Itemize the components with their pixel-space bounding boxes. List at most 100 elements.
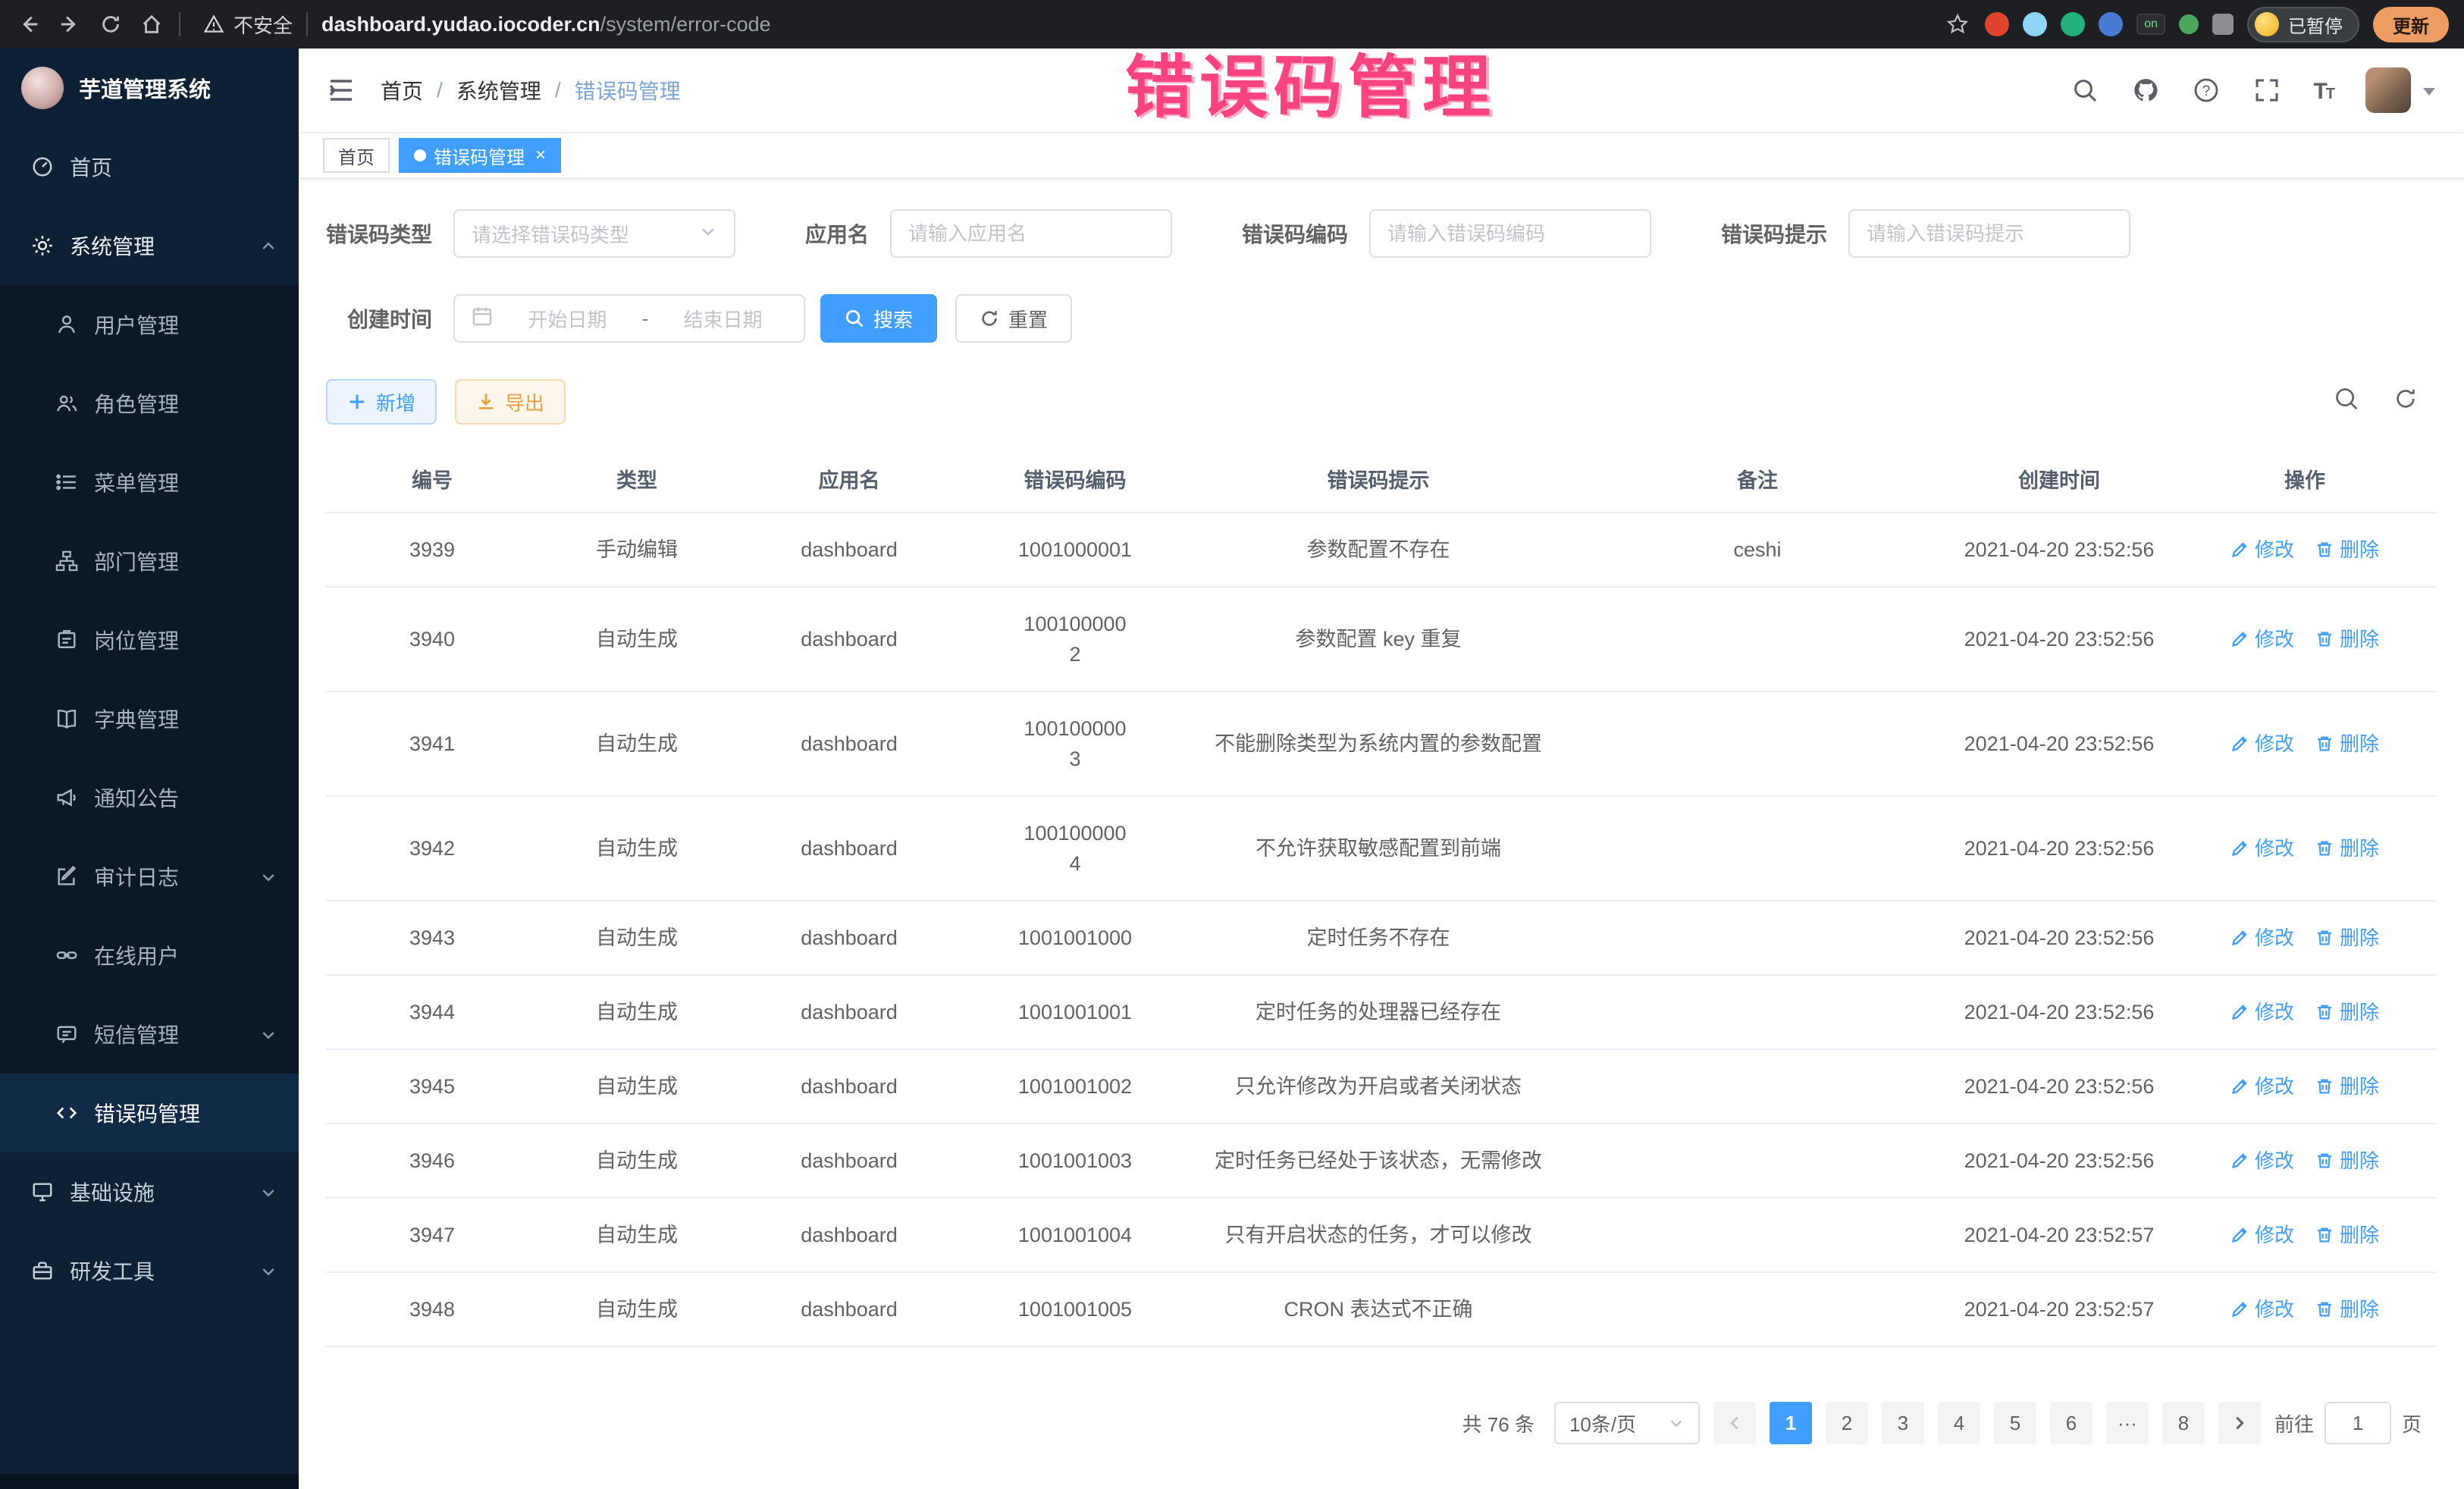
refresh-icon[interactable] [2393,386,2419,418]
sidebar-item-menus[interactable]: 菜单管理 [0,443,299,522]
user-menu[interactable] [2365,67,2437,113]
cell-actions: 修改 删除 [2173,513,2437,586]
edit-button[interactable]: 修改 [2230,1220,2294,1250]
github-icon[interactable] [2131,76,2160,105]
tab-error-codes[interactable]: 错误码管理 × [399,138,561,173]
export-button[interactable]: 导出 [455,379,566,425]
sidebar-item-system[interactable]: 系统管理 [0,206,299,285]
sidebar-item-sms[interactable]: 短信管理 [0,995,299,1074]
profile-paused-badge[interactable]: 已暂停 [2247,7,2359,42]
error-hint-input[interactable] [1867,222,2112,246]
breadcrumb-home[interactable]: 首页 [381,75,423,105]
page-button[interactable]: 8 [2162,1402,2205,1444]
reload-icon[interactable] [97,11,124,38]
sidebar-item-online-users[interactable]: 在线用户 [0,916,299,995]
page-button[interactable]: 5 [1994,1402,2036,1444]
delete-button[interactable]: 删除 [2315,534,2379,565]
address-bar[interactable]: dashboard.yudao.iocoder.cn/system/error-… [321,13,771,36]
sidebar-item-home[interactable]: 首页 [0,127,299,206]
forward-icon[interactable] [56,11,83,38]
sidebar-item-error-codes[interactable]: 错误码管理 [0,1074,299,1152]
cell-app: dashboard [735,1273,963,1346]
reset-button[interactable]: 重置 [955,294,1072,343]
error-code-input[interactable] [1387,222,1633,246]
extension-icon[interactable] [2179,14,2199,34]
add-button[interactable]: 新增 [326,379,437,425]
delete-button[interactable]: 删除 [2315,1146,2379,1176]
page-button[interactable]: 2 [1826,1402,1868,1444]
sidebar-item-notices[interactable]: 通知公告 [0,758,299,837]
edit-button[interactable]: 修改 [2230,534,2294,565]
goto-page-input[interactable] [2324,1402,2391,1444]
breadcrumb-system[interactable]: 系统管理 [456,75,541,105]
sidebar-item-infrastructure[interactable]: 基础设施 [0,1152,299,1231]
table-toolbar: 新增 导出 [326,379,2437,425]
table-row: 3939 手动编辑 dashboard 1001000001 参数配置不存在 c… [326,513,2437,588]
extension-icon[interactable] [2099,12,2123,36]
cell-type: 自动生成 [538,901,735,974]
edit-button[interactable]: 修改 [2230,997,2294,1027]
sidebar-item-audit-logs[interactable]: 审计日志 [0,837,299,916]
delete-button[interactable]: 删除 [2315,624,2379,654]
infrastructure-icon [30,1180,55,1204]
pencil-icon [2230,735,2249,753]
extensions-puzzle-icon[interactable] [2212,14,2234,35]
delete-button[interactable]: 删除 [2315,1071,2379,1102]
back-icon[interactable] [15,11,42,38]
extension-icon[interactable] [2061,12,2085,36]
prev-page-button[interactable] [1713,1402,1756,1444]
cell-app: dashboard [735,976,963,1049]
sidebar-item-departments[interactable]: 部门管理 [0,522,299,600]
app-name-field-wrap [890,209,1172,258]
edit-button[interactable]: 修改 [2230,729,2294,759]
page-size-select[interactable]: 10条/页 [1554,1402,1700,1444]
app-title: 芋道管理系统 [79,72,211,104]
page-button[interactable]: 3 [1882,1402,1924,1444]
sidebar-item-dev-tools[interactable]: 研发工具 [0,1231,299,1310]
page-button[interactable]: ··· [2106,1402,2149,1444]
cell-time: 2021-04-20 23:52:56 [1945,1124,2173,1197]
close-icon[interactable]: × [535,146,546,165]
error-type-select[interactable]: 请选择错误码类型 [453,209,735,258]
search-toggle-icon[interactable] [2334,386,2359,418]
bookmark-star-icon[interactable] [1944,11,1971,38]
edit-button[interactable]: 修改 [2230,1294,2294,1324]
home-icon[interactable] [138,11,165,38]
security-warning[interactable]: 不安全 [203,11,293,39]
search-icon[interactable] [2071,76,2099,105]
tab-home[interactable]: 首页 [323,138,390,173]
table-row: 3940 自动生成 dashboard 1001000002 参数配置 key … [326,588,2437,692]
edit-button[interactable]: 修改 [2230,624,2294,654]
delete-button[interactable]: 删除 [2315,997,2379,1027]
search-button[interactable]: 搜索 [820,294,937,343]
date-range-picker[interactable]: 开始日期 - 结束日期 [453,294,805,343]
edit-button[interactable]: 修改 [2230,923,2294,953]
delete-button[interactable]: 删除 [2315,1220,2379,1250]
next-page-button[interactable] [2218,1402,2261,1444]
delete-button[interactable]: 删除 [2315,1294,2379,1324]
edit-button[interactable]: 修改 [2230,1146,2294,1176]
cell-remark [1569,991,1945,1033]
fullscreen-icon[interactable] [2252,76,2281,105]
help-icon[interactable]: ? [2192,76,2221,105]
sidebar-item-roles[interactable]: 角色管理 [0,364,299,443]
delete-button[interactable]: 删除 [2315,729,2379,759]
font-size-icon[interactable]: TT [2313,77,2334,105]
page-button[interactable]: 4 [1938,1402,1980,1444]
delete-button[interactable]: 删除 [2315,833,2379,864]
hamburger-icon[interactable] [326,75,356,105]
page-button[interactable]: 6 [2050,1402,2093,1444]
extension-icon[interactable] [1985,12,2009,36]
app-name-input[interactable] [908,222,1154,246]
edit-button[interactable]: 修改 [2230,1071,2294,1102]
extension-icon[interactable] [2023,12,2047,36]
edit-button[interactable]: 修改 [2230,833,2294,864]
page-button[interactable]: 1 [1770,1402,1812,1444]
sidebar-item-posts[interactable]: 岗位管理 [0,600,299,679]
delete-button[interactable]: 删除 [2315,923,2379,953]
cell-type: 自动生成 [538,1050,735,1123]
sidebar-item-dictionary[interactable]: 字典管理 [0,679,299,758]
extension-on-badge[interactable]: on [2136,14,2165,35]
browser-update-button[interactable]: 更新 [2373,7,2449,42]
sidebar-item-users[interactable]: 用户管理 [0,285,299,364]
